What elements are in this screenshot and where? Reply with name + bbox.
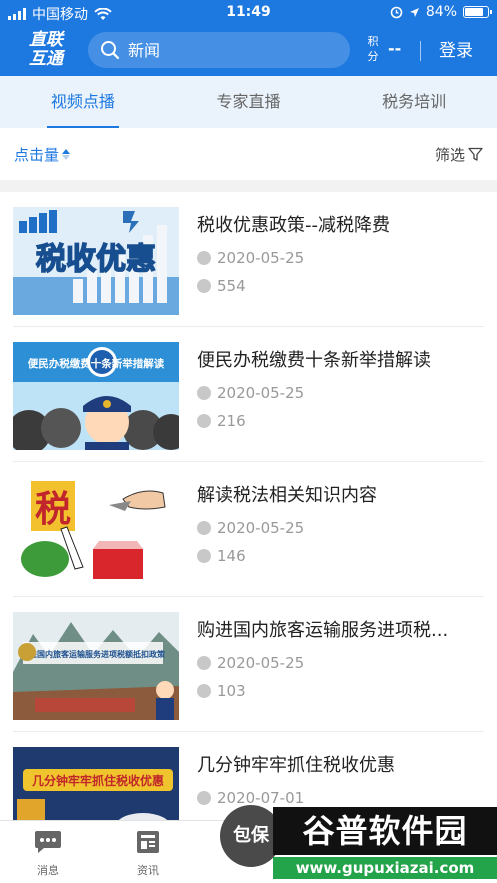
app-header: 直联 互通 积分 -- 登录 [0, 26, 497, 76]
points-value: -- [388, 39, 402, 58]
video-date: 2020-05-25 [217, 654, 305, 672]
tab-video-on-demand[interactable]: 视频点播 [0, 76, 166, 128]
tab-expert-live[interactable]: 专家直播 [166, 76, 332, 128]
sort-arrows-icon [62, 149, 71, 160]
clock-icon [197, 251, 211, 265]
tab-tax-training[interactable]: 税务培训 [331, 76, 497, 128]
video-list: 税收优惠 税收优惠政策--减税降费 2020-05-25 554 便民办税缴费十… [0, 192, 497, 820]
points-label: 积分 [367, 35, 379, 63]
clock-icon [197, 656, 211, 670]
search-icon [101, 41, 120, 60]
sort-label: 点击量 [14, 146, 60, 164]
thumbnail-caption: 几分钟牢牢抓住税收优惠 [32, 773, 164, 788]
video-title[interactable]: 便民办税缴费十条新举措解读 [197, 349, 487, 373]
clock-icon [197, 791, 211, 805]
thumbnail-caption: 税 [35, 489, 71, 530]
logo-line-2: 互通 [29, 49, 63, 69]
play-count-icon [197, 549, 211, 563]
video-title[interactable]: 购进国内旅客运输服务进项税... [197, 619, 487, 643]
nav-news-label: 资讯 [137, 864, 159, 877]
alarm-icon [390, 6, 403, 18]
video-thumbnail[interactable]: 税 [13, 477, 179, 585]
clock-icon [197, 521, 211, 535]
watermark-url: www.gupuxiazai.com [273, 857, 497, 879]
app-logo: 直联 互通 [18, 31, 74, 69]
video-views: 554 [217, 277, 246, 295]
newspaper-icon [137, 831, 159, 853]
location-icon [409, 7, 419, 17]
logo-line-1: 直联 [29, 30, 63, 50]
video-date: 2020-05-25 [217, 249, 305, 267]
list-item[interactable]: 税 解读税法相关知识内容 2020-05-25 146 [13, 462, 484, 597]
play-count-icon [197, 684, 211, 698]
nav-news[interactable]: 资讯 [118, 829, 178, 878]
battery-icon [463, 6, 492, 18]
search-bar[interactable] [88, 32, 350, 68]
play-count-icon [197, 279, 211, 293]
status-bar: 中国移动 11:49 84% [0, 0, 497, 26]
filter-label: 筛选 [434, 146, 465, 164]
category-tabs: 视频点播 专家直播 税务培训 [0, 76, 497, 128]
video-title[interactable]: 税收优惠政策--减税降费 [197, 214, 487, 238]
video-thumbnail[interactable]: 税收优惠 [13, 207, 179, 315]
thumbnail-caption: 税收优惠 [36, 242, 156, 277]
video-views: 103 [217, 682, 246, 700]
video-thumbnail[interactable]: 几分钟牢牢抓住税收优惠 [13, 747, 179, 820]
list-item[interactable]: 购进国内旅客运输服务进项税额抵扣政策 购进国内旅客运输服务进项税... 2020… [13, 597, 484, 732]
chat-bubble-icon [35, 831, 61, 853]
video-thumbnail[interactable]: 购进国内旅客运输服务进项税额抵扣政策 [13, 612, 179, 720]
play-count-icon [197, 414, 211, 428]
header-divider [420, 41, 421, 61]
video-date: 2020-05-25 [217, 384, 305, 402]
login-button[interactable]: 登录 [428, 26, 484, 76]
sort-button[interactable]: 点击量 [14, 144, 71, 165]
video-views: 146 [217, 547, 246, 565]
thumbnail-caption: 便民办税缴费十条新举措解读 [28, 357, 165, 370]
filter-button[interactable]: 筛选 [435, 144, 483, 165]
video-thumbnail[interactable]: 便民办税缴费十条新举措解读 [13, 342, 179, 450]
list-item[interactable]: 便民办税缴费十条新举措解读 便民办税缴费十条新举措解读 2020-05-25 2… [13, 327, 484, 462]
battery-percent: 84% [425, 4, 457, 20]
thumbnail-caption: 购进国内旅客运输服务进项税额抵扣政策 [21, 649, 166, 659]
clock-icon [197, 386, 211, 400]
video-views: 216 [217, 412, 246, 430]
search-input[interactable] [128, 40, 328, 60]
video-title[interactable]: 解读税法相关知识内容 [197, 484, 487, 508]
nav-messages-label: 消息 [37, 864, 59, 877]
list-item[interactable]: 税收优惠 税收优惠政策--减税降费 2020-05-25 554 [13, 192, 484, 327]
funnel-icon [468, 147, 483, 161]
sort-filter-bar: 点击量 筛选 [0, 128, 497, 180]
video-date: 2020-05-25 [217, 519, 305, 537]
video-title[interactable]: 几分钟牢牢抓住税收优惠 [197, 754, 487, 778]
nav-messages[interactable]: 消息 [18, 829, 78, 878]
watermark-title: 谷普软件园 [273, 807, 497, 855]
site-watermark: 谷普软件园 www.gupuxiazai.com [273, 805, 497, 883]
